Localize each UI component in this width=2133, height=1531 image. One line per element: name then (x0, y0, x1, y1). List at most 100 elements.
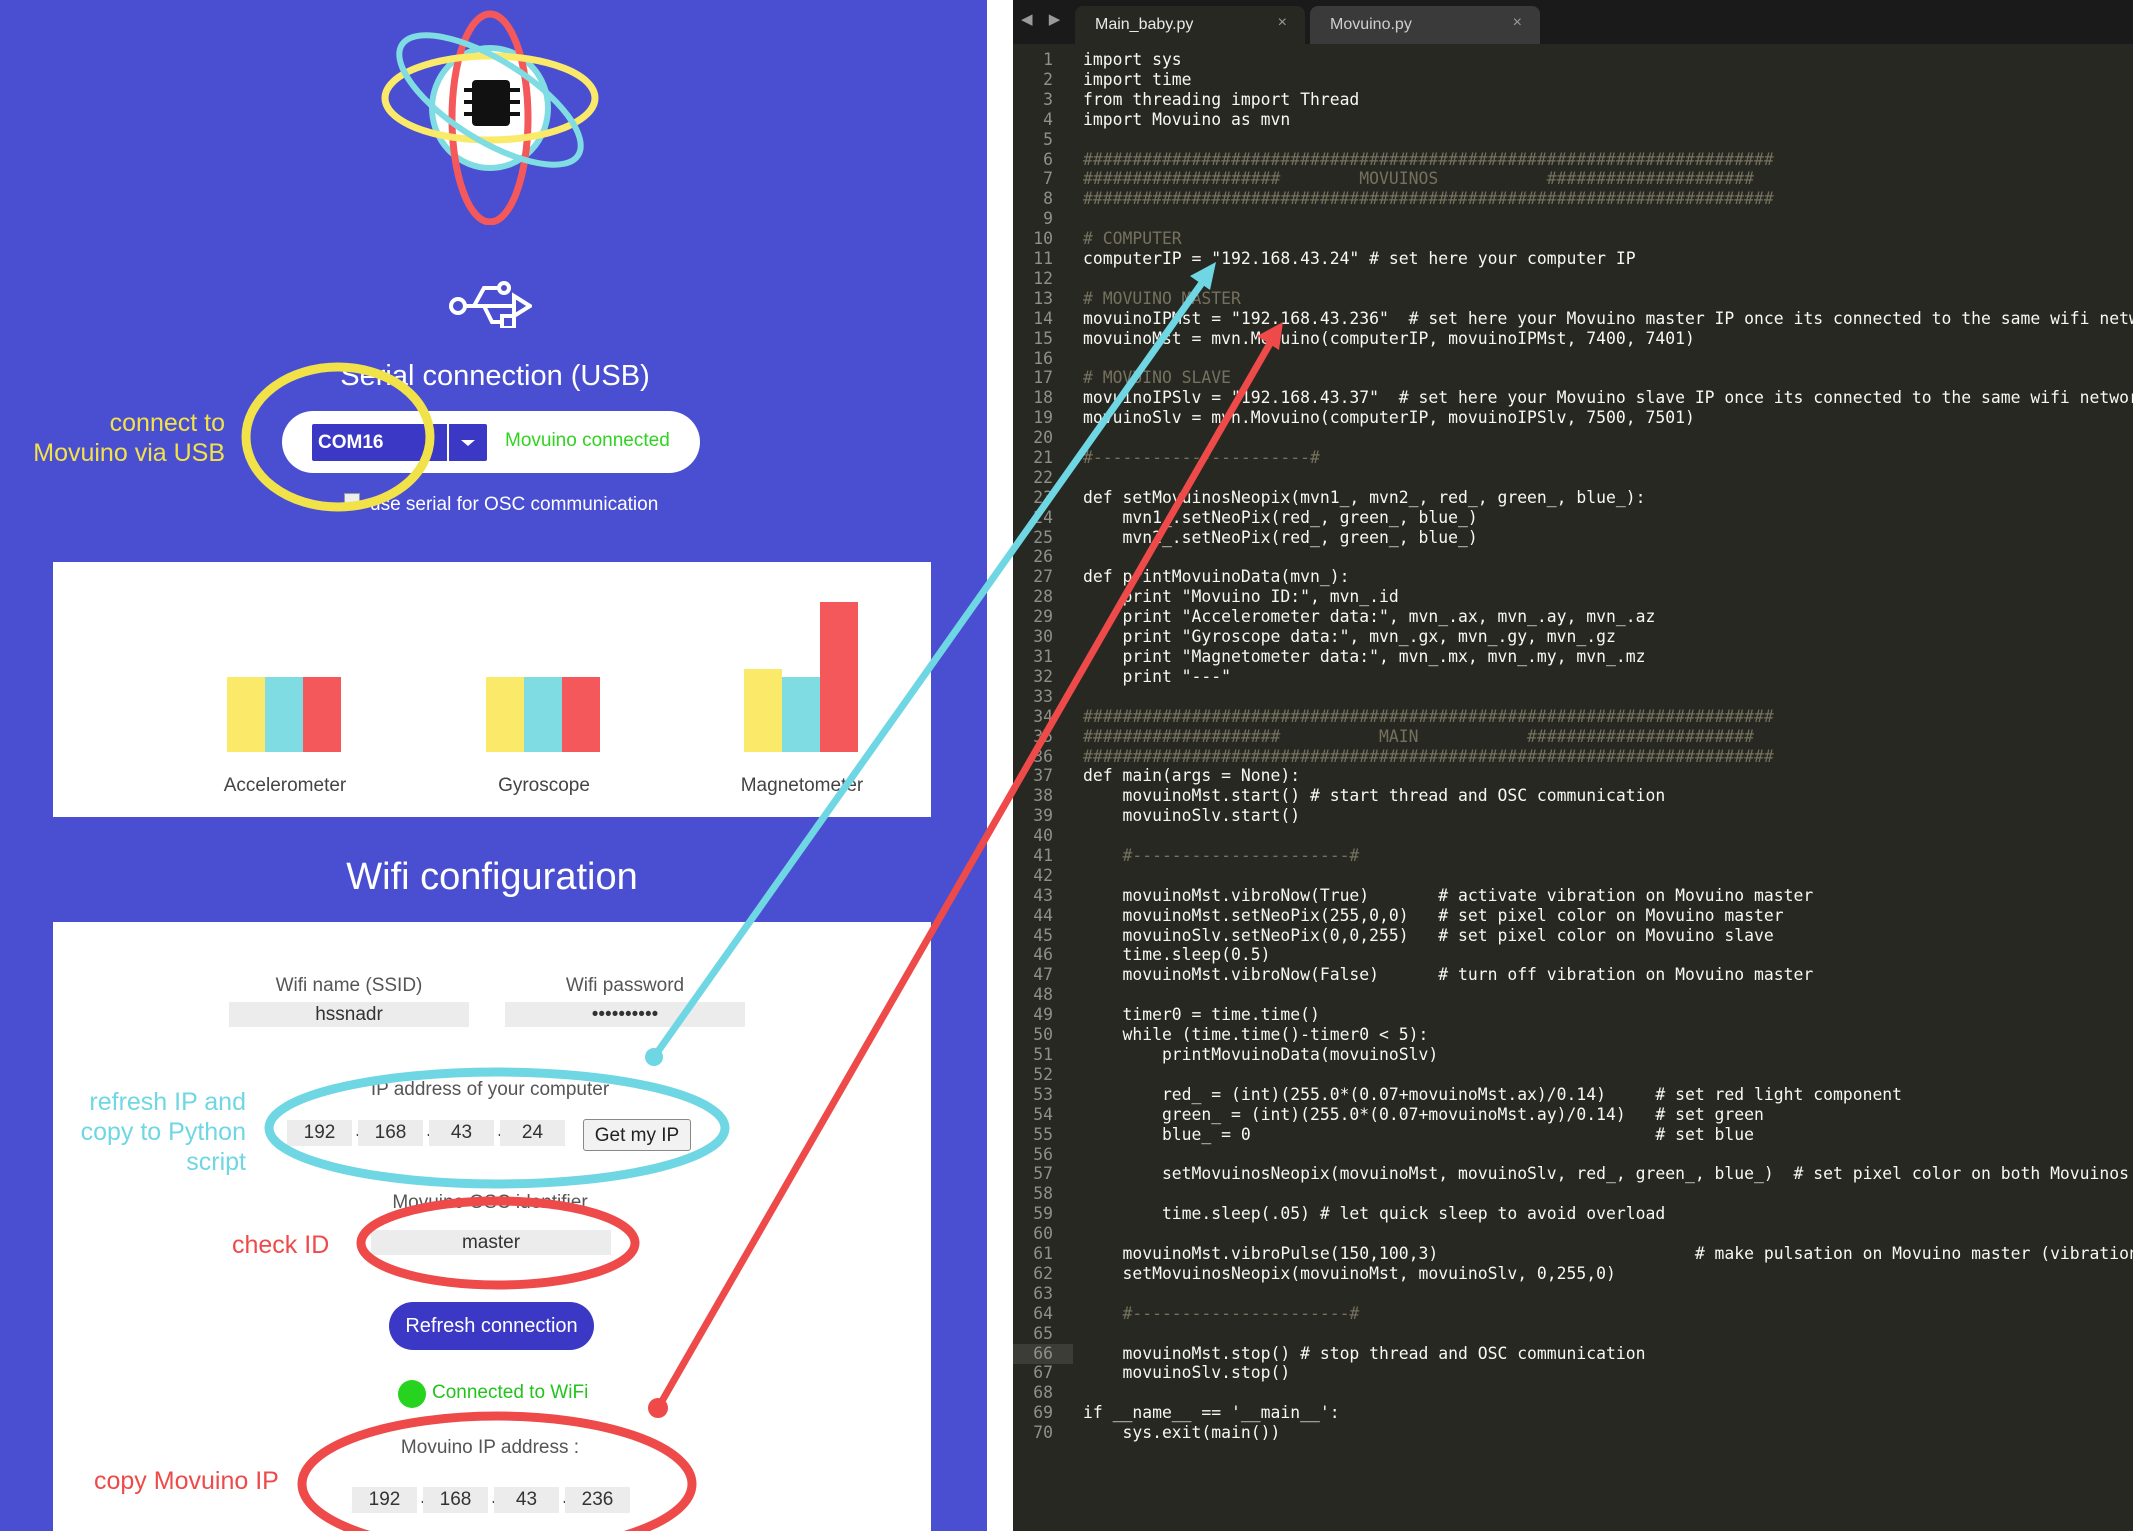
annotation-text: connect to Movuino via USB (33, 409, 225, 467)
line-number: 70 (1033, 1423, 1053, 1442)
line-number: 11 (1033, 249, 1053, 268)
computer-ip-octet-3[interactable]: 43 (429, 1120, 494, 1146)
line-number: 6 (1043, 150, 1053, 169)
code-line[interactable]: printMovuinoData(movuinoSlv) (1083, 1045, 1438, 1065)
password-label: Wifi password (565, 975, 685, 996)
line-number: 2 (1043, 70, 1053, 89)
code-line[interactable]: movuinoMst.vibroNow(False) # turn off vi… (1083, 965, 1813, 985)
code-line[interactable]: import time (1083, 70, 1192, 90)
code-line[interactable]: movuinoSlv = mvn.Movuino(computerIP, mov… (1083, 408, 1695, 428)
sensor-bar-y (524, 677, 562, 752)
code-line[interactable]: #----------------------# (1083, 448, 1320, 468)
code-line[interactable]: setMovuinosNeopix(movuinoMst, movuinoSlv… (1083, 1264, 1615, 1284)
code-line[interactable]: print "Accelerometer data:", mvn_.ax, mv… (1083, 607, 1655, 627)
code-line[interactable]: movuinoMst.start() # start thread and OS… (1083, 786, 1665, 806)
computer-ip-octet-2[interactable]: 168 (358, 1120, 423, 1146)
code-line[interactable]: mvn1_.setNeoPix(red_, green_, blue_) (1083, 508, 1477, 528)
code-line[interactable]: movuinoMst = mvn.Movuino(computerIP, mov… (1083, 329, 1695, 349)
code-line[interactable]: print "Magnetometer data:", mvn_.mx, mvn… (1083, 647, 1645, 667)
movuino-ip-label: Movuino IP address : (400, 1437, 580, 1458)
code-line[interactable]: from threading import Thread (1083, 90, 1359, 110)
line-number: 16 (1033, 349, 1053, 368)
line-number: 25 (1033, 528, 1053, 547)
code-line[interactable]: computerIP = "192.168.43.24" # set here … (1083, 249, 1636, 269)
movuino-ip-octet-4[interactable]: 236 (565, 1487, 630, 1513)
movuino-ip-octet-2[interactable]: 168 (423, 1487, 488, 1513)
code-line[interactable]: if __name__ == '__main__': (1083, 1403, 1340, 1423)
sensor-bar-y (265, 677, 303, 752)
sensor-bar-z (562, 677, 600, 752)
code-line[interactable]: movuinoMst.stop() # stop thread and OSC … (1083, 1344, 1645, 1364)
code-line[interactable]: print "Gyroscope data:", mvn_.gx, mvn_.g… (1083, 627, 1615, 647)
line-number: 66 (1033, 1344, 1053, 1363)
annotation-text: refresh IP and copy to Python script (80, 1088, 246, 1176)
osc-identifier-input[interactable]: master (371, 1230, 611, 1255)
tab-nav-arrows-icon[interactable]: ◀ ▶ (1021, 10, 1066, 28)
code-line[interactable]: ########################################… (1083, 707, 1774, 727)
code-line[interactable]: movuinoIPMst = "192.168.43.236" # set he… (1083, 309, 2133, 329)
code-line[interactable]: ########################################… (1083, 189, 1774, 209)
code-line[interactable]: ########################################… (1083, 150, 1774, 170)
movuino-ip-octet-1[interactable]: 192 (352, 1487, 417, 1513)
code-editor: ◀ ▶ Main_baby.py × Movuino.py × 1 import … (1013, 0, 2133, 1531)
code-line[interactable]: while (time.time()-timer0 < 5): (1083, 1025, 1428, 1045)
code-line[interactable]: ########################################… (1083, 747, 1774, 767)
line-number: 18 (1033, 388, 1053, 407)
annotation-refresh-ip: refresh IP and copy to Python script (40, 1087, 246, 1177)
code-line[interactable]: movuinoMst.vibroNow(True) # activate vib… (1083, 886, 1813, 906)
close-icon[interactable]: × (1278, 14, 1287, 32)
serial-status-text: Movuino connected (505, 430, 670, 451)
code-line[interactable]: #----------------------# (1083, 846, 1359, 866)
line-number: 12 (1033, 269, 1053, 288)
code-line[interactable]: movuinoSlv.start() (1083, 806, 1300, 826)
code-line[interactable]: blue_ = 0 # set blue (1083, 1125, 1754, 1145)
code-line[interactable]: movuinoSlv.setNeoPix(0,0,255) # set pixe… (1083, 926, 1773, 946)
code-line[interactable]: sys.exit(main()) (1083, 1423, 1280, 1443)
movuino-logo (381, 10, 599, 225)
code-line[interactable]: mvn2_.setNeoPix(red_, green_, blue_) (1083, 528, 1477, 548)
code-line[interactable]: # MOVUINO MASTER (1083, 289, 1241, 309)
line-number: 20 (1033, 428, 1053, 447)
line-number: 10 (1033, 229, 1053, 248)
get-my-ip-button[interactable]: Get my IP (583, 1119, 691, 1151)
sensor-bar-x (744, 669, 782, 752)
line-number: 46 (1033, 945, 1053, 964)
code-line[interactable]: import sys (1083, 50, 1182, 70)
computer-ip-octet-1[interactable]: 192 (287, 1120, 352, 1146)
code-line[interactable]: import Movuino as mvn (1083, 110, 1290, 130)
use-serial-osc-checkbox[interactable] (344, 493, 360, 509)
code-line[interactable]: #----------------------# (1083, 1304, 1359, 1324)
wifi-status-text: Connected to WiFi (432, 1382, 589, 1403)
close-icon[interactable]: × (1513, 14, 1522, 32)
code-line[interactable]: # COMPUTER (1083, 229, 1182, 249)
code-line[interactable]: time.sleep(0.5) (1083, 945, 1270, 965)
code-line[interactable]: timer0 = time.time() (1083, 1005, 1319, 1025)
code-line[interactable]: red_ = (int)(255.0*(0.07+movuinoMst.ax)/… (1083, 1085, 1902, 1105)
code-line[interactable]: def setMovuinosNeopix(mvn1_, mvn2_, red_… (1083, 488, 1645, 508)
line-number: 48 (1033, 985, 1053, 1004)
ssid-input[interactable]: hssnadr (229, 1002, 469, 1027)
com-port-select[interactable]: COM16 (312, 424, 487, 461)
code-line[interactable]: movuinoSlv.stop() (1083, 1363, 1290, 1383)
code-line[interactable]: movuinoIPSlv = "192.168.43.37" # set her… (1083, 388, 2133, 408)
computer-ip-octet-4[interactable]: 24 (500, 1120, 565, 1146)
code-line[interactable]: # MOVUINO SLAVE (1083, 368, 1231, 388)
movuino-ip-octet-3[interactable]: 43 (494, 1487, 559, 1513)
chevron-down-icon[interactable] (447, 424, 487, 461)
code-line[interactable]: movuinoMst.vibroPulse(150,100,3) # make … (1083, 1244, 2133, 1264)
code-line[interactable]: movuinoMst.setNeoPix(255,0,0) # set pixe… (1083, 906, 1783, 926)
code-line[interactable]: green_ = (int)(255.0*(0.07+movuinoMst.ay… (1083, 1105, 1764, 1125)
code-line[interactable]: setMovuinosNeopix(movuinoMst, movuinoSlv… (1083, 1164, 2129, 1184)
tab-label: Main_baby.py (1095, 16, 1194, 33)
code-line[interactable]: #################### MOVUINOS ##########… (1083, 169, 1754, 189)
password-input[interactable]: •••••••••• (505, 1002, 745, 1027)
refresh-connection-button[interactable]: Refresh connection (389, 1302, 594, 1350)
code-line[interactable]: def main(args = None): (1083, 766, 1300, 786)
code-line[interactable]: print "---" (1083, 667, 1231, 687)
tab-main-baby[interactable]: Main_baby.py × (1075, 6, 1305, 44)
code-line[interactable]: #################### MAIN ##############… (1083, 727, 1754, 747)
code-line[interactable]: def printMovuinoData(mvn_): (1083, 567, 1349, 587)
code-line[interactable]: print "Movuino ID:", mvn_.id (1083, 587, 1398, 607)
code-line[interactable]: time.sleep(.05) # let quick sleep to avo… (1083, 1204, 1665, 1224)
tab-movuino[interactable]: Movuino.py × (1310, 6, 1540, 44)
